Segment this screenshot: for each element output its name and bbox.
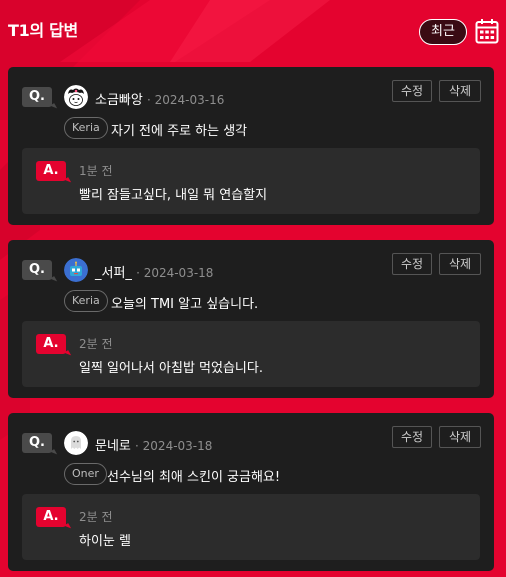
delete-button[interactable]: 삭제 bbox=[439, 253, 481, 275]
avatar bbox=[64, 431, 88, 455]
answer-text: 하이눈 렐 bbox=[79, 534, 131, 549]
answer-badge: A. bbox=[36, 507, 66, 527]
question-text: 오늘의 TMI 알고 싶습니다. bbox=[111, 297, 259, 312]
recent-sort-button[interactable]: 최근 bbox=[419, 19, 467, 45]
user-line: _서퍼_ · 2024-03-18 bbox=[95, 262, 213, 281]
username: 문네로 bbox=[95, 439, 131, 454]
kuromi-avatar-icon bbox=[64, 85, 88, 109]
answer-badge: A. bbox=[36, 161, 66, 181]
answer-box: A. 2분 전 하이눈 렐 bbox=[22, 494, 480, 560]
answer-badge: A. bbox=[36, 334, 66, 354]
edit-button[interactable]: 수정 bbox=[392, 80, 432, 102]
answer-box: A. 2분 전 일찍 일어나서 아침밥 먹었습니다. bbox=[22, 321, 480, 387]
answer-text: 일찍 일어나서 아침밥 먹었습니다. bbox=[79, 361, 263, 376]
avatar bbox=[64, 258, 88, 282]
username: _서퍼_ bbox=[95, 266, 132, 281]
user-line: 문네로 · 2024-03-18 bbox=[95, 435, 212, 454]
question-badge: Q. bbox=[22, 260, 52, 280]
question-text: 선수님의 최애 스킨이 궁금해요! bbox=[107, 470, 281, 485]
question-badge: Q. bbox=[22, 433, 52, 453]
answer-time: 2분 전 bbox=[79, 337, 113, 351]
question-date: · 2024-03-16 bbox=[146, 93, 225, 107]
question-badge: Q. bbox=[22, 87, 52, 107]
delete-button[interactable]: 삭제 bbox=[439, 426, 481, 448]
answer-box: A. 1분 전 빨리 잠들고싶다, 내일 뭐 연습할지 bbox=[22, 148, 480, 214]
edit-button[interactable]: 수정 bbox=[392, 253, 432, 275]
username: 소금빠앙 bbox=[95, 93, 143, 108]
header: T1의 답변 최근 bbox=[0, 0, 506, 62]
edit-button[interactable]: 수정 bbox=[392, 426, 432, 448]
user-line: 소금빠앙 · 2024-03-16 bbox=[95, 89, 224, 108]
question-date: · 2024-03-18 bbox=[136, 266, 214, 280]
page-title: T1의 답변 bbox=[8, 21, 78, 40]
avatar bbox=[64, 85, 88, 109]
calendar-icon bbox=[475, 19, 499, 44]
answer-time: 1분 전 bbox=[79, 164, 113, 178]
qa-card: Q. 소금빠앙 · 2024-03-16 수정 삭제 Keria 자기 전에 주… bbox=[8, 67, 494, 225]
player-tag: Keria bbox=[64, 290, 108, 312]
qa-card: Q. 문네로 · 2024-03-18 수정 삭제 Oner 선수님의 최애 스… bbox=[8, 413, 494, 571]
calendar-button[interactable] bbox=[475, 18, 499, 44]
player-tag: Oner bbox=[64, 463, 107, 485]
robot-avatar-icon bbox=[64, 258, 88, 282]
player-tag: Keria bbox=[64, 117, 108, 139]
answer-time: 2분 전 bbox=[79, 510, 113, 524]
qa-card: Q. _서퍼_ · 2024-03-18 수정 삭제 Keria 오늘의 TMI… bbox=[8, 240, 494, 398]
answer-text: 빨리 잠들고싶다, 내일 뭐 연습할지 bbox=[79, 188, 268, 203]
question-date: · 2024-03-18 bbox=[135, 439, 213, 453]
ghost-avatar-icon bbox=[64, 431, 88, 455]
question-text: 자기 전에 주로 하는 생각 bbox=[111, 124, 248, 139]
delete-button[interactable]: 삭제 bbox=[439, 80, 481, 102]
